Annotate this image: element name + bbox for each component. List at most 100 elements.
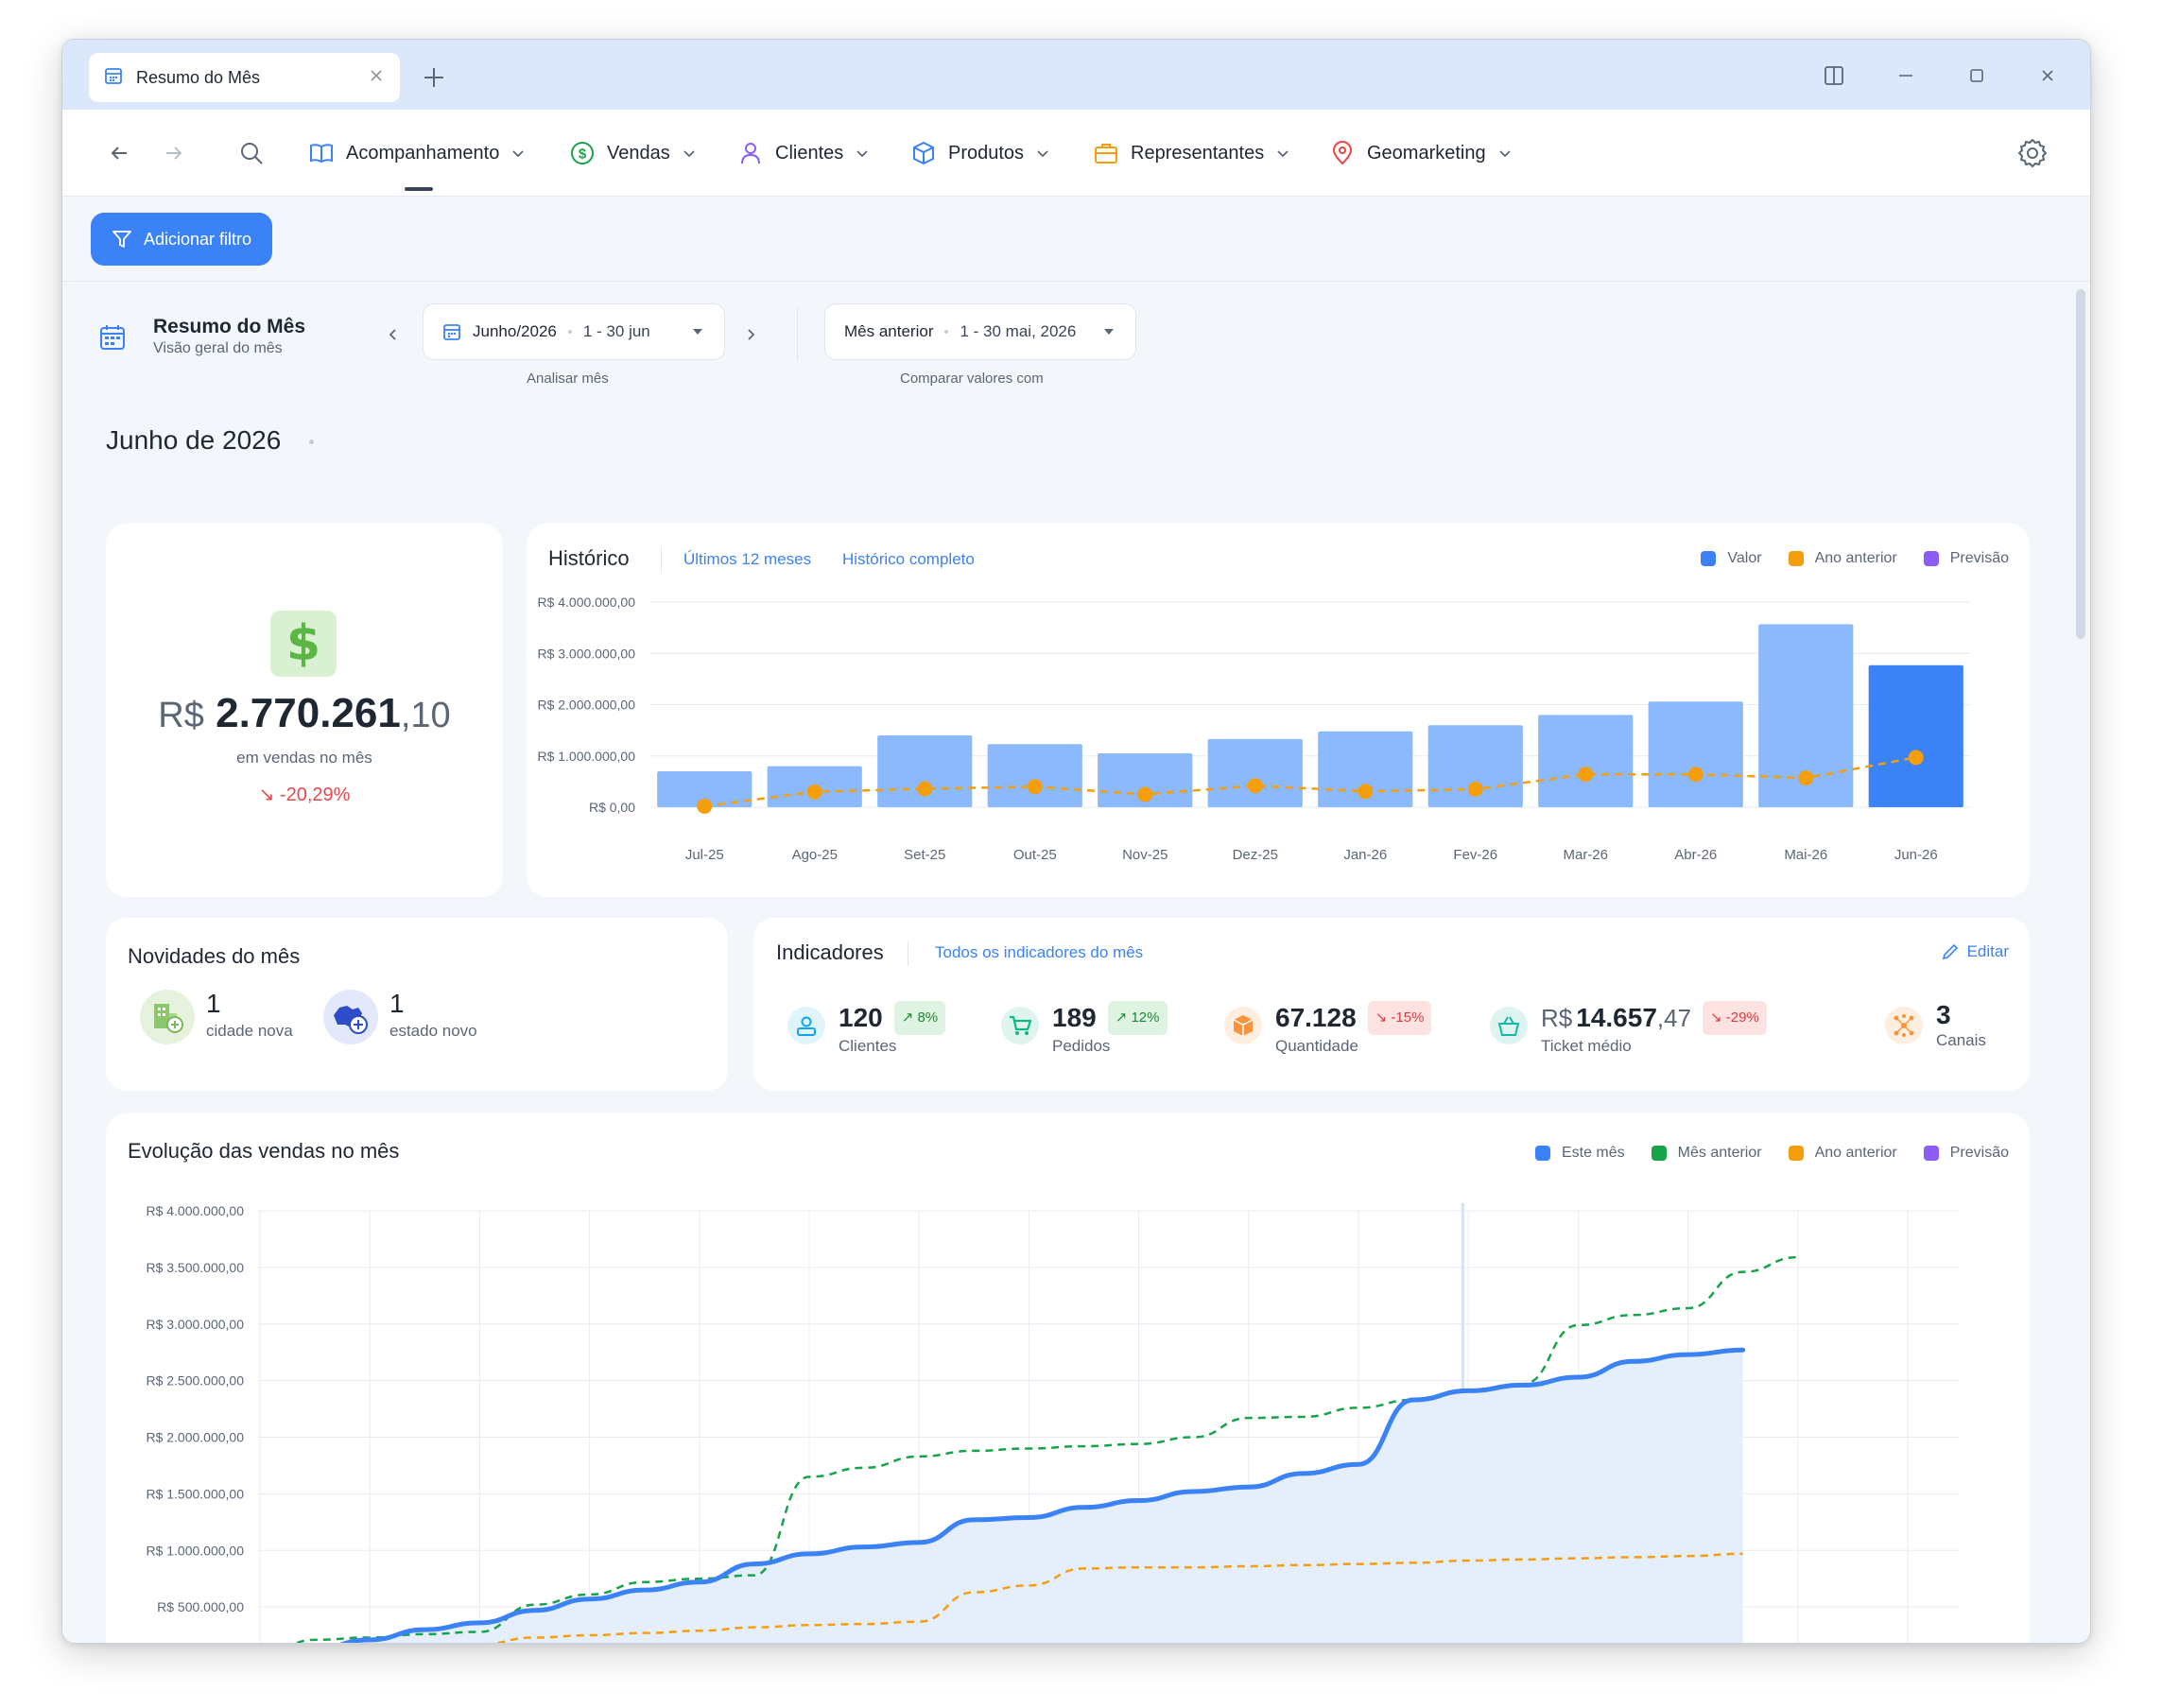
compare-selector[interactable]: Mês anterior 1 - 30 mai, 2026 [824,303,1136,360]
menu-clientes[interactable]: Clientes [737,132,870,174]
user-badge-icon [787,1007,825,1044]
indicator-decimal: ,47 [1656,1004,1692,1032]
x-tick-label: Dez-25 [1233,847,1278,863]
menu-acompanhamento[interactable]: Acompanhamento [308,132,526,174]
indicator-delta: ↗ 12% [1107,1001,1167,1035]
new-city-label: cidade nova [206,1022,293,1040]
scroll-thumb[interactable] [2076,289,2085,639]
chevron-down-icon [855,146,870,161]
y-tick-label: R$ 3.500.000,00 [146,1260,244,1275]
previous-year-point [806,784,822,800]
previous-year-point [1687,767,1704,783]
indicator-delta: ↗ 8% [893,1001,946,1035]
link-all-indicators[interactable]: Todos os indicadores do mês [935,943,1143,962]
add-filter-label: Adicionar filtro [144,229,252,249]
caret-down-icon [1104,329,1114,335]
y-tick-label: R$ 2.000.000,00 [146,1430,244,1445]
book-open-icon [308,140,335,166]
value-decimal: ,10 [400,696,451,735]
next-month-button[interactable] [737,321,764,348]
indicator-quantidade[interactable]: 67.128 ↘ -15% Quantidade [1224,1001,1432,1056]
dollar-circle-icon: $ [569,140,596,166]
chevron-down-icon [1275,146,1290,161]
total-sales-card: $ R$ 2.770.261,10 em vendas no mês ↘ -20… [106,524,503,897]
x-tick-label: Jun-26 [1894,847,1938,863]
briefcase-icon [1093,140,1119,166]
x-tick-label: Jul-25 [685,847,724,863]
indicator-label: Canais [1936,1031,1986,1049]
channels-icon [1885,1007,1923,1044]
indicator-pedidos[interactable]: 189 ↗ 12% Pedidos [1001,1001,1167,1056]
month-selector-caption: Analisar mês [527,371,609,387]
indicator-canais[interactable]: 3 Canais [1885,1001,1986,1050]
nav-bar: Acompanhamento $ Vendas Clientes Produto… [62,110,2090,197]
x-tick-label: Mai-26 [1784,847,1827,863]
bar [1648,701,1743,807]
indicator-label: Clientes [839,1037,897,1055]
forward-button[interactable] [153,132,195,174]
edit-indicators-button[interactable]: Editar [1941,942,2009,961]
bar [987,744,1082,807]
close-icon [2042,70,2053,81]
pencil-icon [1942,943,1958,960]
previous-month-button[interactable] [380,321,406,348]
x-tick-label: Nov-25 [1122,847,1167,863]
tab-title: Resumo do Mês [136,67,261,87]
compare-range: 1 - 30 mai, 2026 [960,322,1077,340]
x-tick-label: Set-25 [904,847,945,863]
total-sales-caption: em vendas no mês [236,749,372,767]
minimize-button[interactable] [1887,57,1925,95]
menu-label: Produtos [948,142,1025,164]
calendar-icon [443,324,460,340]
previous-year-point [1578,767,1594,783]
menu-geomarketing[interactable]: Geomarketing [1329,132,1513,174]
add-filter-button[interactable]: Adicionar filtro [91,213,273,266]
caret-down-icon [693,329,702,335]
menu-label: Vendas [607,142,670,164]
split-view-button[interactable] [1815,57,1853,95]
new-tab-button[interactable] [417,60,451,95]
settings-button[interactable] [2012,132,2053,174]
historico-card: Histórico Últimos 12 meses Histórico com… [527,524,2030,897]
page-title: Resumo do Mês [153,316,306,337]
bar [1207,738,1303,807]
state-map-plus-icon [323,990,378,1044]
maximize-button[interactable] [1958,57,1996,95]
novidades-title: Novidades do mês [128,944,301,968]
back-button[interactable] [98,132,140,174]
menu-label: Acompanhamento [346,142,500,164]
edit-label: Editar [1966,942,2009,960]
search-button[interactable] [231,132,272,174]
indicator-ticket-medio[interactable]: R$ 14.657,47 ↘ -29% Ticket médio [1490,1001,1767,1056]
close-window-button[interactable] [2029,57,2067,95]
svg-text:$: $ [579,147,587,163]
indicadores-title: Indicadores [776,940,884,964]
previous-year-point [1908,750,1924,766]
close-tab-icon[interactable] [368,67,385,89]
search-icon [241,143,263,164]
y-tick-label: R$ 4.000.000,00 [537,595,635,610]
total-sales-delta: ↘ -20,29% [106,783,503,806]
indicator-currency: R$ [1541,1004,1573,1032]
indicator-clientes[interactable]: 120 ↗ 8% Clientes [787,1001,946,1056]
minimize-icon [1899,75,1912,77]
menu-vendas[interactable]: $ Vendas [569,132,697,174]
browser-tab[interactable]: Resumo do Mês [89,53,400,102]
menu-label: Clientes [775,142,844,164]
y-tick-label: R$ 500.000,00 [157,1599,244,1614]
previous-year-point [697,798,713,814]
menu-produtos[interactable]: Produtos [910,132,1050,174]
shopping-basket-icon [1490,1007,1528,1044]
y-tick-label: R$ 1.000.000,00 [537,749,635,764]
scrollbar[interactable] [2073,282,2086,1643]
compare-label: Mês anterior [844,322,934,340]
arrow-right-icon [166,147,182,160]
plus-icon [424,68,443,87]
menu-representantes[interactable]: Representantes [1093,132,1290,174]
month-selector[interactable]: Junho/2026 1 - 30 jun [423,303,725,360]
x-tick-label: Ago-25 [792,847,838,863]
menu-label: Geomarketing [1367,142,1486,164]
header-divider [797,308,798,361]
indicator-value: 189 [1052,1003,1097,1032]
box-icon [910,140,937,166]
